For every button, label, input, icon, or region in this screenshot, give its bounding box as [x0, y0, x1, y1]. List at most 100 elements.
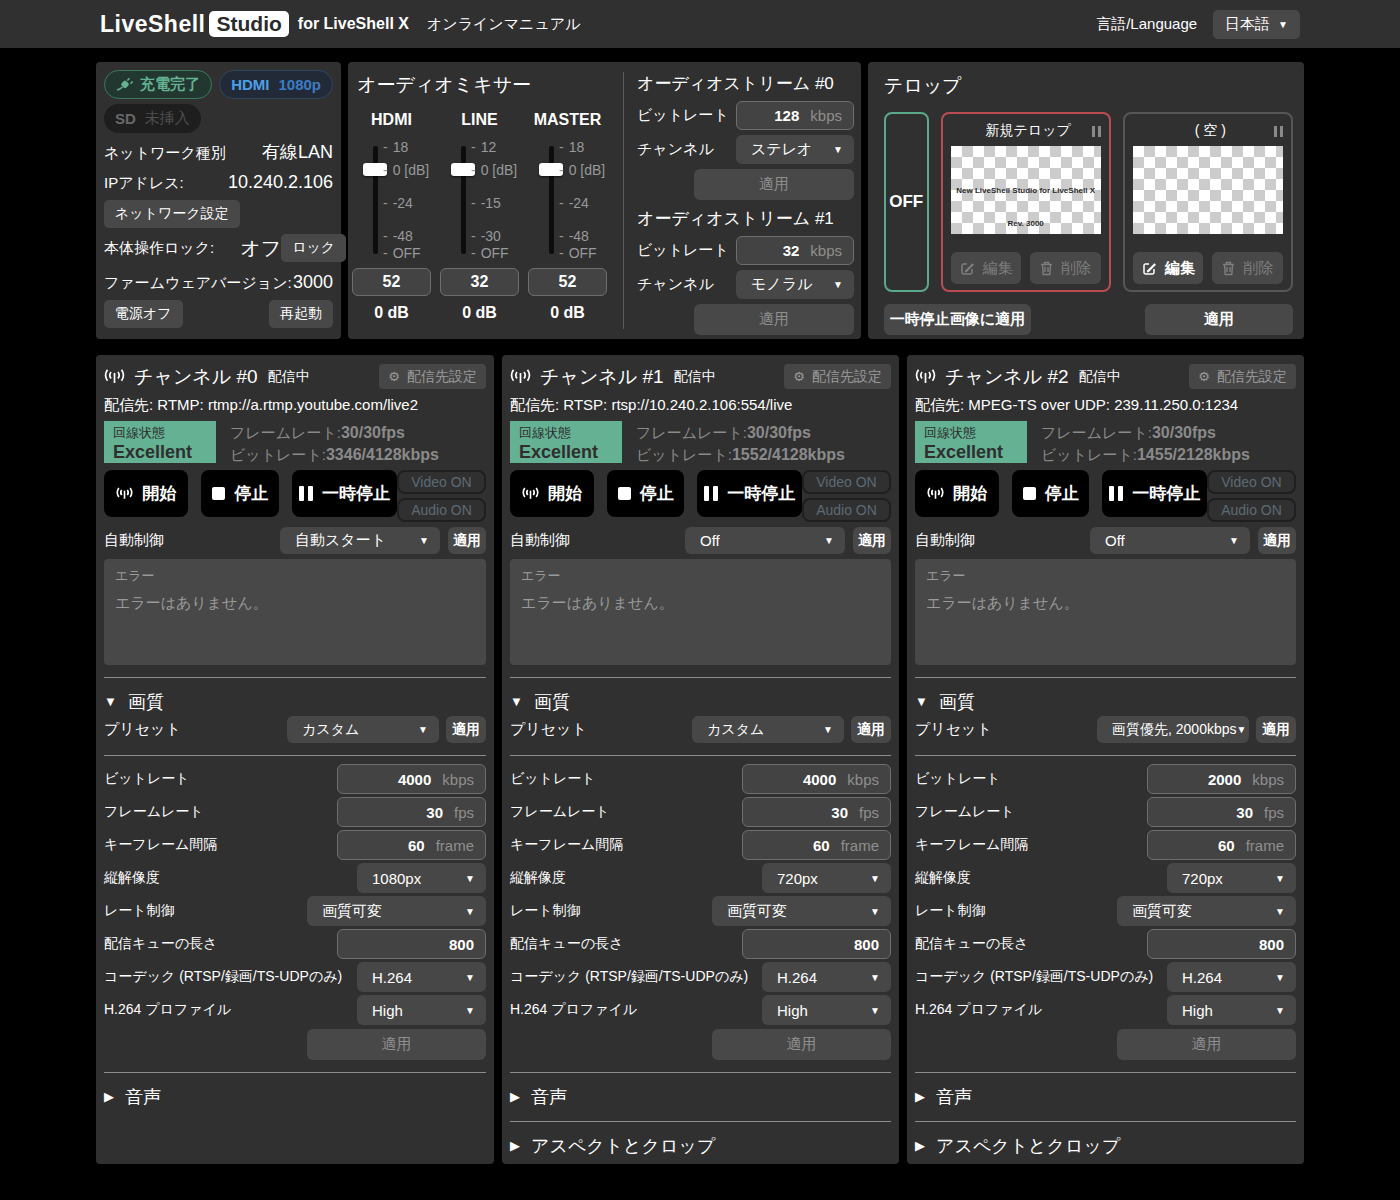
channel-2-audio-on-button[interactable]: Audio ON [1207, 498, 1296, 522]
telop-card-1-delete-button[interactable]: 削除 [1212, 252, 1283, 284]
audio-stream-1-apply-button[interactable]: 適用 [694, 304, 854, 335]
network-settings-button[interactable]: ネットワーク設定 [104, 200, 240, 228]
channel-0-video-on-button[interactable]: Video ON [397, 470, 486, 494]
hdmi-volume-value[interactable]: 52 [352, 268, 431, 296]
channel-1-audio-section-header[interactable]: ▶ 音声 [510, 1085, 891, 1109]
channel-0-quality-section-header[interactable]: ▼ 画質 [104, 690, 486, 714]
audio-stream-1-bitrate-input[interactable]: 32 kbps [736, 236, 854, 265]
channel-0-dest-settings-button[interactable]: ⚙ 配信先設定 [379, 364, 486, 389]
channel-1-audio-on-button[interactable]: Audio ON [802, 498, 891, 522]
channel-1-resolution-select[interactable]: 720px ▼ [762, 863, 891, 893]
audio-stream-0-channel-select[interactable]: ステレオ ▼ [736, 135, 854, 164]
power-off-button[interactable]: 電源オフ [104, 300, 183, 328]
telop-card-0[interactable]: 新規テロップ New LiveShell Studio for LiveShel… [941, 112, 1111, 292]
hdmi-fader[interactable]: -18 -0 [dB] --24 --48 -OFF [352, 144, 431, 256]
channel-2-profile-select[interactable]: High ▼ [1167, 995, 1296, 1025]
channel-1-codec-select[interactable]: H.264 ▼ [762, 962, 891, 992]
channel-2-quality-section-header[interactable]: ▼ 画質 [915, 690, 1296, 714]
channel-0-preset-apply-button[interactable]: 適用 [446, 716, 486, 743]
channel-2-dest-settings-button[interactable]: ⚙ 配信先設定 [1189, 364, 1296, 389]
channel-1-preset-apply-button[interactable]: 適用 [851, 716, 891, 743]
audio-stream-1-channel-select[interactable]: モノラル ▼ [736, 270, 854, 299]
channel-0-codec-select[interactable]: H.264 ▼ [357, 962, 486, 992]
telop-card-1-edit-button[interactable]: 編集 [1133, 252, 1204, 284]
channel-2-preset-apply-button[interactable]: 適用 [1256, 716, 1296, 743]
channel-2-auto-control-select[interactable]: Off ▼ [1090, 527, 1250, 554]
channel-2-aspect-section-header[interactable]: ▶ アスペクトとクロップ [915, 1134, 1296, 1158]
channel-1-quality-apply-button[interactable]: 適用 [712, 1029, 891, 1060]
telop-off-button[interactable]: OFF [884, 112, 929, 292]
line-fader[interactable]: -12 -0 [dB] --15 --30 -OFF [440, 144, 519, 256]
online-manual-link[interactable]: オンラインマニュアル [427, 15, 581, 34]
trash-icon [1222, 261, 1235, 276]
telop-card-0-delete-button[interactable]: 削除 [1030, 252, 1101, 284]
channel-1-auto-apply-button[interactable]: 適用 [853, 527, 891, 554]
channel-0-pause-button[interactable]: 一時停止 [292, 470, 397, 517]
channel-1-pause-button[interactable]: 一時停止 [697, 470, 802, 517]
channel-0-bitrate-input[interactable]: 4000 kbps [337, 764, 486, 794]
channel-2-keyframe-input[interactable]: 60 frame [1147, 830, 1296, 860]
master-fader[interactable]: -18 -0 [dB] --24 --48 -OFF [528, 144, 607, 256]
channel-1-rate-control-select[interactable]: 画質可変 ▼ [712, 896, 891, 926]
channel-2-quality-apply-button[interactable]: 適用 [1117, 1029, 1296, 1060]
channel-0-resolution-select[interactable]: 1080px ▼ [357, 863, 486, 893]
channel-0-framerate-input[interactable]: 30 fps [337, 797, 486, 827]
channel-1-error-box[interactable]: エラー エラーはありません。 [510, 559, 891, 665]
channel-2-audio-section-header[interactable]: ▶ 音声 [915, 1085, 1296, 1109]
channel-2-auto-apply-button[interactable]: 適用 [1258, 527, 1296, 554]
channel-1-stop-button[interactable]: 停止 [607, 470, 684, 517]
telop-card-1[interactable]: ( 空 ) 編集 削除 [1123, 112, 1293, 292]
channel-0-preset-select[interactable]: カスタム ▼ [287, 716, 439, 743]
channel-0-stop-button[interactable]: 停止 [201, 470, 279, 517]
language-select[interactable]: 日本語 ▼ [1213, 10, 1300, 39]
channel-0-keyframe-input[interactable]: 60 frame [337, 830, 486, 860]
audio-stream-0-bitrate-input[interactable]: 128 kbps [736, 101, 854, 130]
channel-1-framerate-input[interactable]: 30 fps [742, 797, 891, 827]
channel-2-start-button[interactable]: 開始 [915, 470, 999, 517]
channel-0-bitrate: 3346/4128kbps [326, 446, 439, 463]
channel-1-dest-settings-button[interactable]: ⚙ 配信先設定 [784, 364, 891, 389]
channel-0-rate-control-select[interactable]: 画質可変 ▼ [307, 896, 486, 926]
channel-1-quality-section-header[interactable]: ▼ 画質 [510, 690, 891, 714]
channel-1-preset-select[interactable]: カスタム ▼ [692, 716, 844, 743]
telop-card-0-edit-button[interactable]: 編集 [951, 252, 1022, 284]
channel-2-framerate-input[interactable]: 30 fps [1147, 797, 1296, 827]
line-volume-value[interactable]: 32 [440, 268, 519, 296]
channel-0-start-button[interactable]: 開始 [104, 470, 188, 517]
channel-0-audio-on-button[interactable]: Audio ON [397, 498, 486, 522]
master-volume-value[interactable]: 52 [528, 268, 607, 296]
channel-2-bitrate-input[interactable]: 2000 kbps [1147, 764, 1296, 794]
channel-2-stop-button[interactable]: 停止 [1012, 470, 1089, 517]
channel-0-queue-input[interactable]: 800 [337, 929, 486, 959]
channel-0-auto-apply-button[interactable]: 適用 [448, 527, 486, 554]
channel-1-aspect-section-header[interactable]: ▶ アスペクトとクロップ [510, 1134, 891, 1158]
channel-1-auto-control-select[interactable]: Off ▼ [685, 527, 845, 554]
telop-apply-pause-button[interactable]: 一時停止画像に適用 [884, 304, 1031, 335]
channel-1-profile-select[interactable]: High ▼ [762, 995, 891, 1025]
channel-2-resolution-select[interactable]: 720px ▼ [1167, 863, 1296, 893]
reboot-button[interactable]: 再起動 [269, 300, 333, 328]
channel-2-video-on-button[interactable]: Video ON [1207, 470, 1296, 494]
channel-1-keyframe-input[interactable]: 60 frame [742, 830, 891, 860]
channel-2-error-box[interactable]: エラー エラーはありません。 [915, 559, 1296, 665]
chevron-down-icon: ▼ [1275, 873, 1285, 884]
channel-2-rate-control-select[interactable]: 画質可変 ▼ [1117, 896, 1296, 926]
channel-1-start-button[interactable]: 開始 [510, 470, 594, 517]
telop-apply-button[interactable]: 適用 [1145, 304, 1293, 335]
channel-1-name: チャンネル #1 [540, 364, 664, 390]
channel-2-queue-input[interactable]: 800 [1147, 929, 1296, 959]
channel-0-profile-select[interactable]: High ▼ [357, 995, 486, 1025]
channel-2-pause-button[interactable]: 一時停止 [1102, 470, 1207, 517]
channel-0-auto-control-select[interactable]: 自動スタート ▼ [280, 527, 440, 554]
channel-0-audio-section-header[interactable]: ▶ 音声 [104, 1085, 486, 1109]
audio-stream-0-apply-button[interactable]: 適用 [694, 169, 854, 200]
channel-1-bitrate-input[interactable]: 4000 kbps [742, 764, 891, 794]
channel-2-codec-select[interactable]: H.264 ▼ [1167, 962, 1296, 992]
channel-1-queue-input[interactable]: 800 [742, 929, 891, 959]
channel-2-preset-select[interactable]: 画質優先, 2000kbps ▼ [1097, 716, 1249, 743]
gear-icon: ⚙ [1198, 369, 1210, 384]
channel-1-video-on-button[interactable]: Video ON [802, 470, 891, 494]
channel-0-error-box[interactable]: エラー エラーはありません。 [104, 559, 486, 665]
lock-button[interactable]: ロック [281, 234, 346, 262]
channel-0-quality-apply-button[interactable]: 適用 [307, 1029, 486, 1060]
